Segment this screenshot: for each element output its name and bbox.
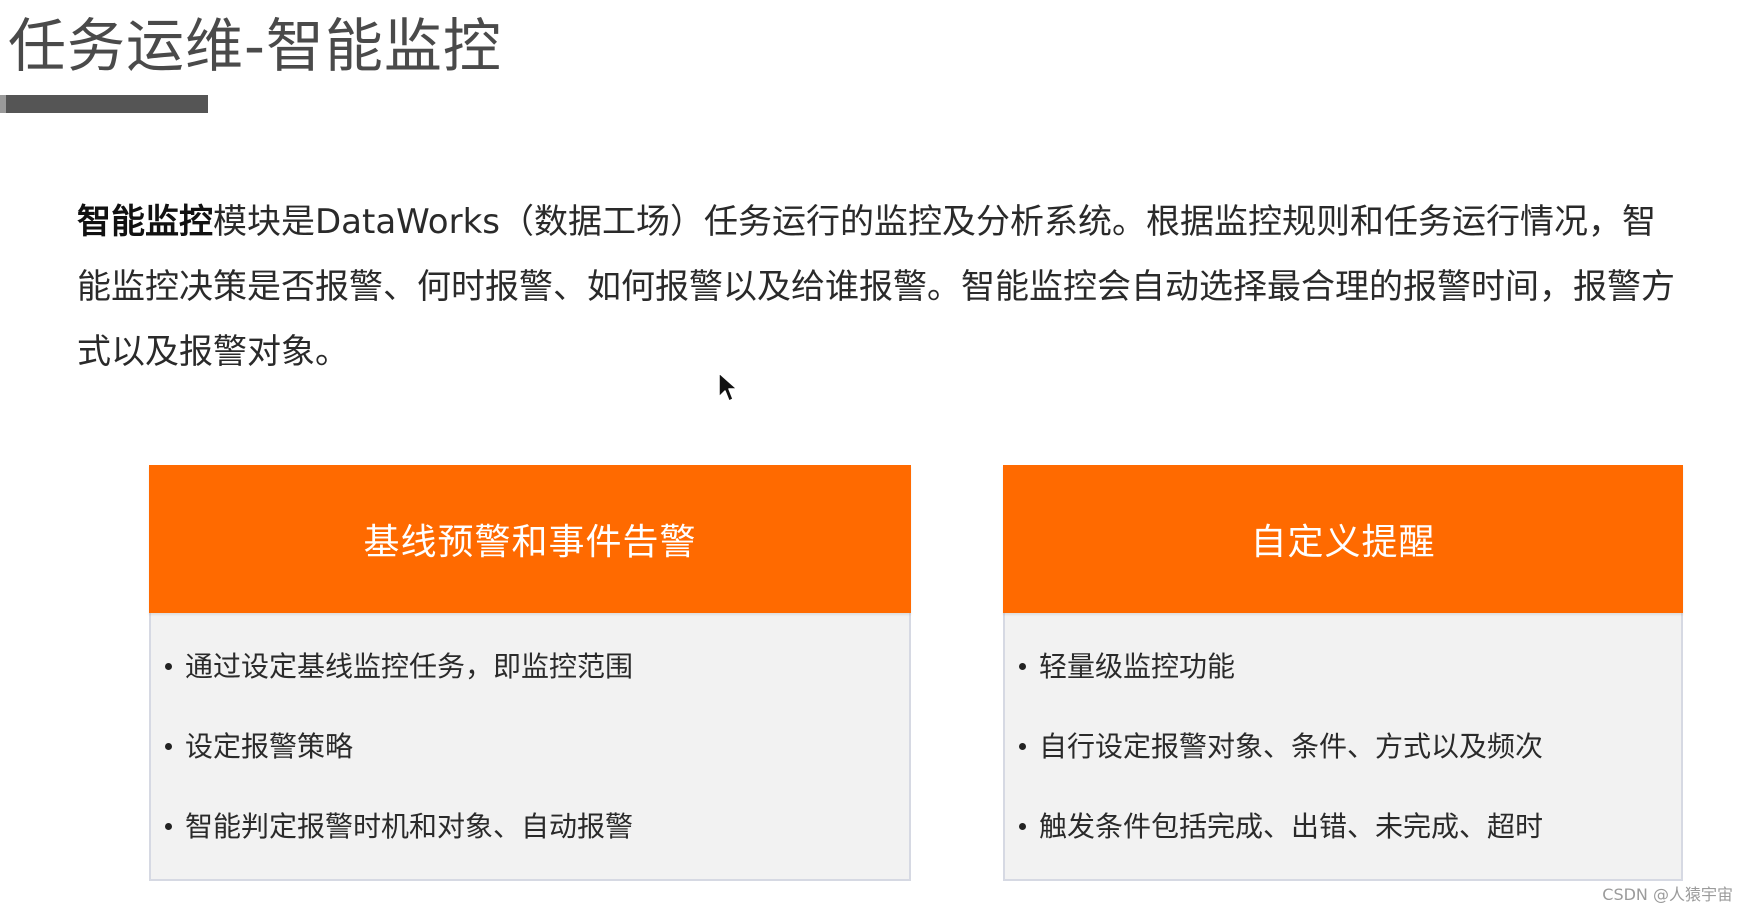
- list-item: 触发条件包括完成、出错、未完成、超时: [1015, 787, 1671, 867]
- description-text: 模块是DataWorks（数据工场）任务运行的监控及分析系统。根据监控规则和任务…: [77, 202, 1675, 372]
- list-item: 通过设定基线监控任务，即监控范围: [161, 627, 899, 707]
- baseline-alert-card: 基线预警和事件告警 通过设定基线监控任务，即监控范围 设定报警策略 智能判定报警…: [149, 465, 911, 881]
- custom-reminder-card: 自定义提醒 轻量级监控功能 自行设定报警对象、条件、方式以及频次 触发条件包括完…: [1003, 465, 1683, 881]
- list-item: 智能判定报警时机和对象、自动报警: [161, 787, 899, 867]
- card-feature-list: 轻量级监控功能 自行设定报警对象、条件、方式以及频次 触发条件包括完成、出错、未…: [1015, 627, 1671, 867]
- description-paragraph: 智能监控模块是DataWorks（数据工场）任务运行的监控及分析系统。根据监控规…: [77, 190, 1687, 385]
- list-item: 设定报警策略: [161, 707, 899, 787]
- list-item: 轻量级监控功能: [1015, 627, 1671, 707]
- description-bold-lead: 智能监控: [77, 202, 213, 242]
- list-item: 自行设定报警对象、条件、方式以及频次: [1015, 707, 1671, 787]
- watermark: CSDN @人猿宇宙: [1602, 885, 1733, 904]
- card-header: 基线预警和事件告警: [149, 465, 911, 613]
- mouse-cursor-icon: [718, 372, 738, 402]
- page-title: 任务运维-智能监控: [8, 12, 502, 80]
- card-header: 自定义提醒: [1003, 465, 1683, 613]
- card-feature-list: 通过设定基线监控任务，即监控范围 设定报警策略 智能判定报警时机和对象、自动报警: [161, 627, 899, 867]
- title-underline-bar: [0, 95, 208, 113]
